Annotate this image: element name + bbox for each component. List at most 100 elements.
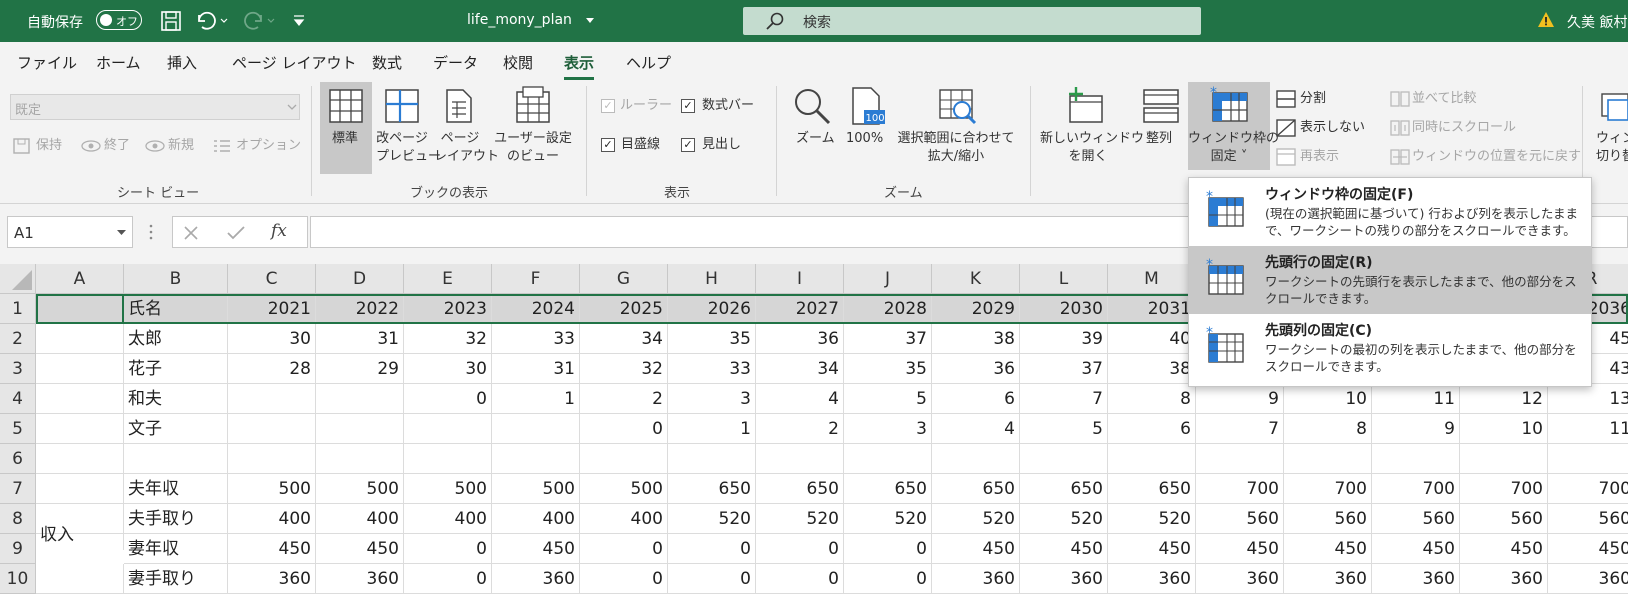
tab-review[interactable]: 校閲 xyxy=(503,52,533,73)
cell-g[interactable]: 500 xyxy=(580,474,668,504)
tab-page-layout[interactable]: ページ レイアウト xyxy=(232,52,356,73)
cell-f[interactable]: 400 xyxy=(492,504,580,534)
cell-b[interactable]: 和夫 xyxy=(124,384,228,414)
cell-e[interactable]: 0 xyxy=(404,564,492,594)
menu-item-freeze-first-column[interactable]: * 先頭列の固定(C) ワークシートの最初の列を表示したままで、他の部分をスクロ… xyxy=(1189,314,1591,382)
cell-o[interactable]: 10 xyxy=(1284,384,1372,414)
user-name[interactable]: 久美 飯村 xyxy=(1567,12,1627,32)
normal-view-button[interactable]: 標準 xyxy=(332,130,358,148)
row-header[interactable]: 1 xyxy=(0,294,36,324)
file-name[interactable]: life_mony_plan xyxy=(467,12,572,28)
cell-b[interactable] xyxy=(124,444,228,474)
cell-i[interactable]: 4 xyxy=(756,384,844,414)
cell-g[interactable]: 2025 xyxy=(580,294,668,324)
cell-g[interactable]: 0 xyxy=(580,414,668,444)
cell-h[interactable]: 2026 xyxy=(668,294,756,324)
cell-m[interactable]: 450 xyxy=(1108,534,1196,564)
exit-button[interactable]: 終了 xyxy=(104,137,130,155)
cell-g[interactable]: 2 xyxy=(580,384,668,414)
cell-l[interactable]: 7 xyxy=(1020,384,1108,414)
cell-a[interactable] xyxy=(36,324,124,354)
column-header-h[interactable]: H xyxy=(668,264,756,294)
cell-f[interactable] xyxy=(492,444,580,474)
row-header[interactable]: 8 xyxy=(0,504,36,534)
cell-e[interactable]: 2023 xyxy=(404,294,492,324)
cell-b[interactable]: 花子 xyxy=(124,354,228,384)
cell-q[interactable]: 700 xyxy=(1460,474,1548,504)
cell-a[interactable] xyxy=(36,444,124,474)
tab-data[interactable]: データ xyxy=(433,52,478,73)
cell-b[interactable]: 妻手取り xyxy=(124,564,228,594)
sync-scroll-button[interactable]: 同時にスクロール xyxy=(1412,119,1516,137)
cell-h[interactable]: 1 xyxy=(668,414,756,444)
split-button[interactable]: 分割 xyxy=(1300,90,1326,108)
cell-j[interactable]: 0 xyxy=(844,564,932,594)
cell-l[interactable]: 450 xyxy=(1020,534,1108,564)
cell-j[interactable] xyxy=(844,444,932,474)
column-header-e[interactable]: E xyxy=(404,264,492,294)
cell-m[interactable]: 40 xyxy=(1108,324,1196,354)
cell-a[interactable] xyxy=(36,354,124,384)
cell-c[interactable] xyxy=(228,444,316,474)
cell-m[interactable]: 520 xyxy=(1108,504,1196,534)
cell-h[interactable] xyxy=(668,444,756,474)
column-header-l[interactable]: L xyxy=(1020,264,1108,294)
tab-help[interactable]: ヘルプ xyxy=(626,52,671,73)
cell-k[interactable]: 360 xyxy=(932,564,1020,594)
cell-c[interactable] xyxy=(228,414,316,444)
cell-d[interactable] xyxy=(316,414,404,444)
cell-b[interactable]: 文子 xyxy=(124,414,228,444)
options-button[interactable]: オプション xyxy=(236,137,301,155)
cell-k[interactable]: 36 xyxy=(932,354,1020,384)
cell-q[interactable] xyxy=(1460,444,1548,474)
cell-l[interactable]: 39 xyxy=(1020,324,1108,354)
cell-l[interactable] xyxy=(1020,444,1108,474)
cell-j[interactable]: 35 xyxy=(844,354,932,384)
cell-m[interactable]: 8 xyxy=(1108,384,1196,414)
cell-r[interactable]: 560 xyxy=(1548,504,1628,534)
cell-n[interactable]: 7 xyxy=(1196,414,1284,444)
cell-o[interactable]: 360 xyxy=(1284,564,1372,594)
cell-f[interactable]: 31 xyxy=(492,354,580,384)
cell-n[interactable]: 700 xyxy=(1196,474,1284,504)
cell-k[interactable]: 38 xyxy=(932,324,1020,354)
confirm-entry-icon[interactable] xyxy=(227,225,245,241)
cell-h[interactable]: 0 xyxy=(668,534,756,564)
unhide-button[interactable]: 再表示 xyxy=(1300,148,1339,166)
cell-d[interactable]: 31 xyxy=(316,324,404,354)
cell-p[interactable]: 450 xyxy=(1372,534,1460,564)
save-icon[interactable] xyxy=(160,10,182,32)
column-header-b[interactable]: B xyxy=(124,264,228,294)
cell-n[interactable]: 560 xyxy=(1196,504,1284,534)
cell-d[interactable]: 360 xyxy=(316,564,404,594)
cell-l[interactable]: 360 xyxy=(1020,564,1108,594)
row-header[interactable]: 10 xyxy=(0,564,36,594)
cell-j[interactable]: 520 xyxy=(844,504,932,534)
column-header-j[interactable]: J xyxy=(844,264,932,294)
cell-q[interactable]: 360 xyxy=(1460,564,1548,594)
cell-r[interactable]: 360 xyxy=(1548,564,1628,594)
cell-m[interactable]: 360 xyxy=(1108,564,1196,594)
column-header-d[interactable]: D xyxy=(316,264,404,294)
cell-h[interactable]: 520 xyxy=(668,504,756,534)
row-header[interactable]: 5 xyxy=(0,414,36,444)
cell-i[interactable]: 2 xyxy=(756,414,844,444)
sheet-view-select[interactable]: 既定 xyxy=(10,94,300,120)
cell-m[interactable]: 650 xyxy=(1108,474,1196,504)
search-input[interactable]: 検索 xyxy=(803,12,831,32)
zoom-100-button[interactable]: 100% xyxy=(846,130,883,148)
cell-b[interactable]: 太郎 xyxy=(124,324,228,354)
cell-p[interactable]: 9 xyxy=(1372,414,1460,444)
cell-l[interactable]: 650 xyxy=(1020,474,1108,504)
switch-windows-button[interactable]: ウィン切り替 xyxy=(1596,130,1628,166)
cell-a[interactable] xyxy=(36,564,124,594)
cell-m[interactable] xyxy=(1108,444,1196,474)
cell-f[interactable]: 450 xyxy=(492,534,580,564)
cell-r[interactable]: 13 xyxy=(1548,384,1628,414)
cell-l[interactable]: 37 xyxy=(1020,354,1108,384)
row-header[interactable]: 2 xyxy=(0,324,36,354)
cell-i[interactable] xyxy=(756,444,844,474)
cell-m[interactable]: 6 xyxy=(1108,414,1196,444)
column-header-g[interactable]: G xyxy=(580,264,668,294)
cancel-entry-icon[interactable] xyxy=(183,225,199,241)
